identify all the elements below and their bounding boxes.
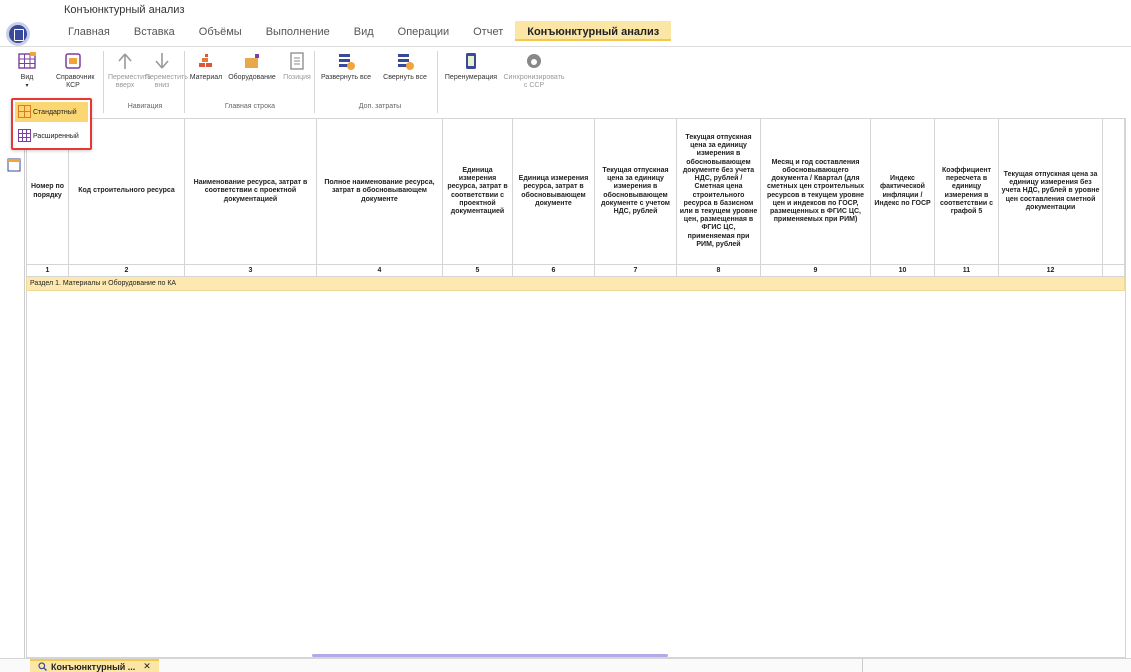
extended-view-icon bbox=[18, 129, 31, 142]
column-header[interactable]: Текущая отпускная цена за единицу измере… bbox=[676, 118, 761, 265]
tab-report[interactable]: Отчет bbox=[461, 21, 515, 41]
column-header[interactable]: Текущая отпускная цена за единицу измере… bbox=[594, 118, 677, 265]
expand-all-icon bbox=[339, 54, 355, 70]
expand-all-label: Развернуть все bbox=[320, 74, 372, 81]
tab-insert[interactable]: Вставка bbox=[122, 21, 187, 41]
navigation-group-label: Навигация bbox=[127, 103, 163, 110]
ribbon-separator bbox=[103, 51, 104, 113]
column-number: 9 bbox=[760, 264, 871, 277]
view-button-label: Вид bbox=[20, 74, 34, 81]
tab-execution[interactable]: Выполнение bbox=[254, 21, 342, 41]
tab-volumes[interactable]: Объёмы bbox=[187, 21, 254, 41]
sync-ssr-label: Синхронизировать с ССР bbox=[503, 74, 565, 89]
tab-view[interactable]: Вид bbox=[342, 21, 386, 41]
extra-costs-group-label: Доп. затраты bbox=[358, 103, 402, 110]
sync-cloud-icon bbox=[527, 54, 541, 68]
side-panel bbox=[0, 118, 25, 658]
column-header[interactable]: Единица измерения ресурса, затрат в соот… bbox=[442, 118, 513, 265]
view-button[interactable]: Вид ▾ bbox=[14, 49, 40, 90]
column-header[interactable]: Текущая отпускная цена за единицу измере… bbox=[998, 118, 1103, 265]
search-icon bbox=[38, 662, 47, 671]
ribbon: Вид ▾ Справочник КСР Переместить вверх П… bbox=[0, 46, 1131, 118]
view-option-standard[interactable]: Стандартный bbox=[15, 102, 88, 122]
horizontal-scrollbar[interactable] bbox=[312, 654, 668, 657]
column-number: 8 bbox=[676, 264, 761, 277]
resource-table: Номер по порядку Код строительного ресур… bbox=[26, 118, 1125, 291]
ribbon-separator bbox=[437, 51, 438, 113]
ribbon-separator bbox=[314, 51, 315, 113]
status-separator bbox=[862, 658, 863, 672]
column-header-extra bbox=[1102, 118, 1125, 265]
move-up-button[interactable]: Переместить вверх bbox=[108, 49, 151, 90]
column-number-row: 1 2 3 4 5 6 7 8 9 10 11 12 bbox=[26, 264, 1125, 277]
document-list-icon bbox=[290, 52, 304, 70]
view-option-standard-label: Стандартный bbox=[33, 108, 77, 116]
column-header[interactable]: Единица измерения ресурса, затрат в обос… bbox=[512, 118, 595, 265]
table-grid-icon bbox=[18, 52, 36, 69]
material-button[interactable]: Материал bbox=[188, 49, 224, 82]
ksr-reference-button[interactable]: Справочник КСР bbox=[56, 49, 95, 90]
app-logo[interactable] bbox=[6, 22, 30, 46]
column-header[interactable]: Индекс фактической инфляции / Индекс по … bbox=[870, 118, 935, 265]
column-number: 5 bbox=[442, 264, 513, 277]
bricks-icon bbox=[199, 54, 212, 67]
tab-home[interactable]: Главная bbox=[56, 21, 122, 41]
position-button[interactable]: Позиция bbox=[283, 49, 311, 82]
collapse-all-icon bbox=[398, 54, 414, 70]
status-bar bbox=[0, 658, 1131, 672]
column-number: 1 bbox=[26, 264, 69, 277]
renumber-label: Перенумерация bbox=[444, 74, 498, 81]
sync-ssr-button[interactable]: Синхронизировать с ССР bbox=[502, 49, 566, 90]
arrow-down-icon bbox=[155, 53, 169, 69]
app-title: Конъюнктурный анализ bbox=[64, 4, 185, 16]
book-icon bbox=[65, 53, 81, 69]
column-number: 10 bbox=[870, 264, 935, 277]
ksr-reference-label: Справочник КСР bbox=[56, 74, 95, 89]
equipment-label: Оборудование bbox=[228, 74, 276, 81]
main-row-group-label: Главная строка bbox=[224, 103, 276, 110]
tab-operations[interactable]: Операции bbox=[386, 21, 461, 41]
column-number: 2 bbox=[68, 264, 185, 277]
column-header[interactable]: Месяц и год составления обосновывающего … bbox=[760, 118, 871, 265]
move-down-button[interactable]: Переместить вниз bbox=[145, 49, 188, 90]
column-number: 6 bbox=[512, 264, 595, 277]
document-tab[interactable]: Конъюнктурный ... ✕ bbox=[30, 659, 159, 672]
column-header[interactable]: Наименование ресурса, затрат в соответст… bbox=[184, 118, 317, 265]
column-number: 12 bbox=[998, 264, 1103, 277]
column-number: 7 bbox=[594, 264, 677, 277]
view-dropdown: Стандартный Расширенный bbox=[11, 98, 92, 150]
renumber-button[interactable]: Перенумерация bbox=[442, 49, 500, 82]
arrow-up-icon bbox=[118, 53, 132, 69]
material-label: Материал bbox=[189, 74, 223, 81]
collapse-all-button[interactable]: Свернуть все bbox=[380, 49, 430, 82]
table-row[interactable]: Раздел 1. Материалы и Оборудование по КА bbox=[26, 276, 1125, 291]
view-option-extended-label: Расширенный bbox=[33, 132, 79, 140]
table-header-row: Номер по порядку Код строительного ресур… bbox=[26, 118, 1125, 265]
column-number-extra bbox=[1102, 264, 1125, 277]
view-option-extended[interactable]: Расширенный bbox=[15, 126, 88, 146]
column-number: 11 bbox=[934, 264, 999, 277]
chevron-down-icon: ▾ bbox=[25, 83, 29, 89]
panel-icon[interactable] bbox=[7, 158, 21, 172]
tab-market-analysis[interactable]: Конъюнктурный анализ bbox=[515, 21, 672, 41]
collapse-all-label: Свернуть все bbox=[383, 74, 427, 81]
column-header[interactable]: Коэффициент пересчета в единицу измерени… bbox=[934, 118, 999, 265]
ribbon-separator bbox=[184, 51, 185, 113]
equipment-button[interactable]: Оборудование bbox=[226, 49, 278, 82]
move-down-label: Переместить вниз bbox=[145, 74, 188, 89]
renumber-icon bbox=[466, 53, 476, 69]
column-number: 3 bbox=[184, 264, 317, 277]
menu-bar: Главная Вставка Объёмы Выполнение Вид Оп… bbox=[56, 21, 672, 41]
close-icon[interactable]: ✕ bbox=[143, 661, 151, 672]
section-row-label[interactable]: Раздел 1. Материалы и Оборудование по КА bbox=[26, 276, 1125, 291]
expand-all-button[interactable]: Развернуть все bbox=[318, 49, 374, 82]
column-header[interactable]: Полное наименование ресурса, затрат в об… bbox=[316, 118, 443, 265]
standard-view-icon bbox=[18, 105, 31, 118]
position-label: Позиция bbox=[283, 74, 311, 81]
column-number: 4 bbox=[316, 264, 443, 277]
equipment-icon bbox=[245, 54, 259, 68]
document-tab-label: Конъюнктурный ... bbox=[51, 661, 136, 672]
